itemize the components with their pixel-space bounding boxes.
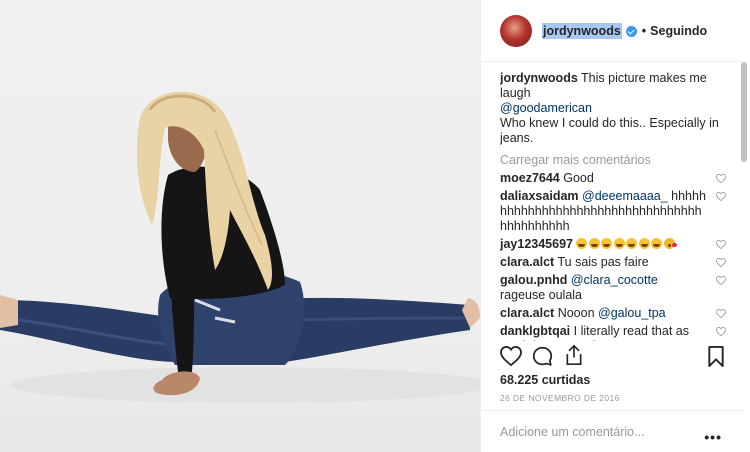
post-sidebar: jordynwoods • Seguindo jordynwoods This … <box>480 0 750 452</box>
add-comment-input[interactable] <box>500 424 690 439</box>
face-with-tears-of-joy-icon <box>638 238 650 249</box>
comment-text: Nooon <box>557 306 599 320</box>
heart-icon[interactable] <box>716 276 726 285</box>
face-with-tears-of-joy-icon <box>601 238 613 249</box>
heart-icon[interactable] <box>716 240 726 249</box>
comment-item: daliaxsaidam @deeemaaaa_ hhhhhhhhhhhhhhh… <box>500 189 726 234</box>
load-more-comments-button[interactable]: Carregar mais comentários <box>500 152 726 168</box>
heart-icon[interactable] <box>716 309 726 318</box>
comments-scrollbar[interactable] <box>741 62 747 162</box>
header-separator: • <box>641 23 647 38</box>
emoji-row <box>576 237 677 251</box>
comment-mention[interactable]: @deeemaaaa_ <box>582 189 668 203</box>
comment-username[interactable]: clara.alct <box>500 306 554 320</box>
comment-mention[interactable]: @clara_cocotte <box>571 273 658 287</box>
caption-text-2: Who knew I could do this.. Especially in… <box>500 116 719 145</box>
comment-icon[interactable] <box>532 346 553 367</box>
post-header: jordynwoods • Seguindo <box>481 0 743 62</box>
comment-text: Tu sais pas faire <box>557 255 649 269</box>
comment-item: clara.alct Tu sais pas faire <box>500 255 726 270</box>
verified-badge-icon <box>625 26 637 37</box>
share-icon[interactable] <box>564 344 584 366</box>
instagram-post: jordynwoods • Seguindo jordynwoods This … <box>0 0 750 452</box>
face-blowing-a-kiss-icon <box>663 238 677 249</box>
comment-username[interactable]: danklgbtqai <box>500 324 570 338</box>
comment-item: jay12345697 <box>500 237 726 252</box>
action-bar <box>500 344 726 372</box>
heart-icon[interactable] <box>716 258 726 267</box>
comment-username[interactable]: clara.alct <box>500 255 554 269</box>
likes-count[interactable]: 68.225 curtidas <box>500 373 590 387</box>
comment-username[interactable]: galou.pnhd <box>500 273 567 287</box>
face-with-tears-of-joy-icon <box>651 238 663 249</box>
comment-item: galou.pnhd @clara_cocotte rageuse oulala <box>500 273 726 303</box>
face-with-tears-of-joy-icon <box>588 238 600 249</box>
comments-list[interactable]: jordynwoods This picture makes me laugh … <box>500 71 726 341</box>
caption-mention[interactable]: @goodamerican <box>500 101 592 115</box>
more-options-button[interactable]: ••• <box>704 429 722 445</box>
comment-text: Good <box>563 171 594 185</box>
heart-icon[interactable] <box>500 346 522 366</box>
post-photo[interactable] <box>0 0 480 452</box>
face-with-tears-of-joy-icon <box>626 238 638 249</box>
comment-username[interactable]: daliaxsaidam <box>500 189 579 203</box>
bookmark-icon[interactable] <box>708 346 724 367</box>
post-caption: jordynwoods This picture makes me laugh … <box>500 71 726 146</box>
comment-username[interactable]: moez7644 <box>500 171 560 185</box>
header-username[interactable]: jordynwoods <box>542 22 622 39</box>
comment-item: danklgbtqai I literally read that as "go… <box>500 324 726 341</box>
face-with-tears-of-joy-icon <box>613 238 625 249</box>
caption-username[interactable]: jordynwoods <box>500 71 578 85</box>
comment-text: rageuse oulala <box>500 288 583 302</box>
post-image <box>0 91 480 403</box>
following-button[interactable]: Seguindo <box>650 24 707 38</box>
post-date: 26 DE NOVEMBRO DE 2016 <box>500 393 620 403</box>
avatar[interactable] <box>500 14 532 47</box>
comment-item: moez7644 Good <box>500 171 726 186</box>
heart-icon[interactable] <box>716 327 726 336</box>
face-with-tears-of-joy-icon <box>576 238 588 249</box>
heart-icon[interactable] <box>716 174 726 183</box>
comment-mention[interactable]: @galou_tpa <box>598 306 666 320</box>
comment-item: clara.alct Nooon @galou_tpa <box>500 306 726 321</box>
heart-icon[interactable] <box>716 192 726 201</box>
comment-username[interactable]: jay12345697 <box>500 237 573 251</box>
